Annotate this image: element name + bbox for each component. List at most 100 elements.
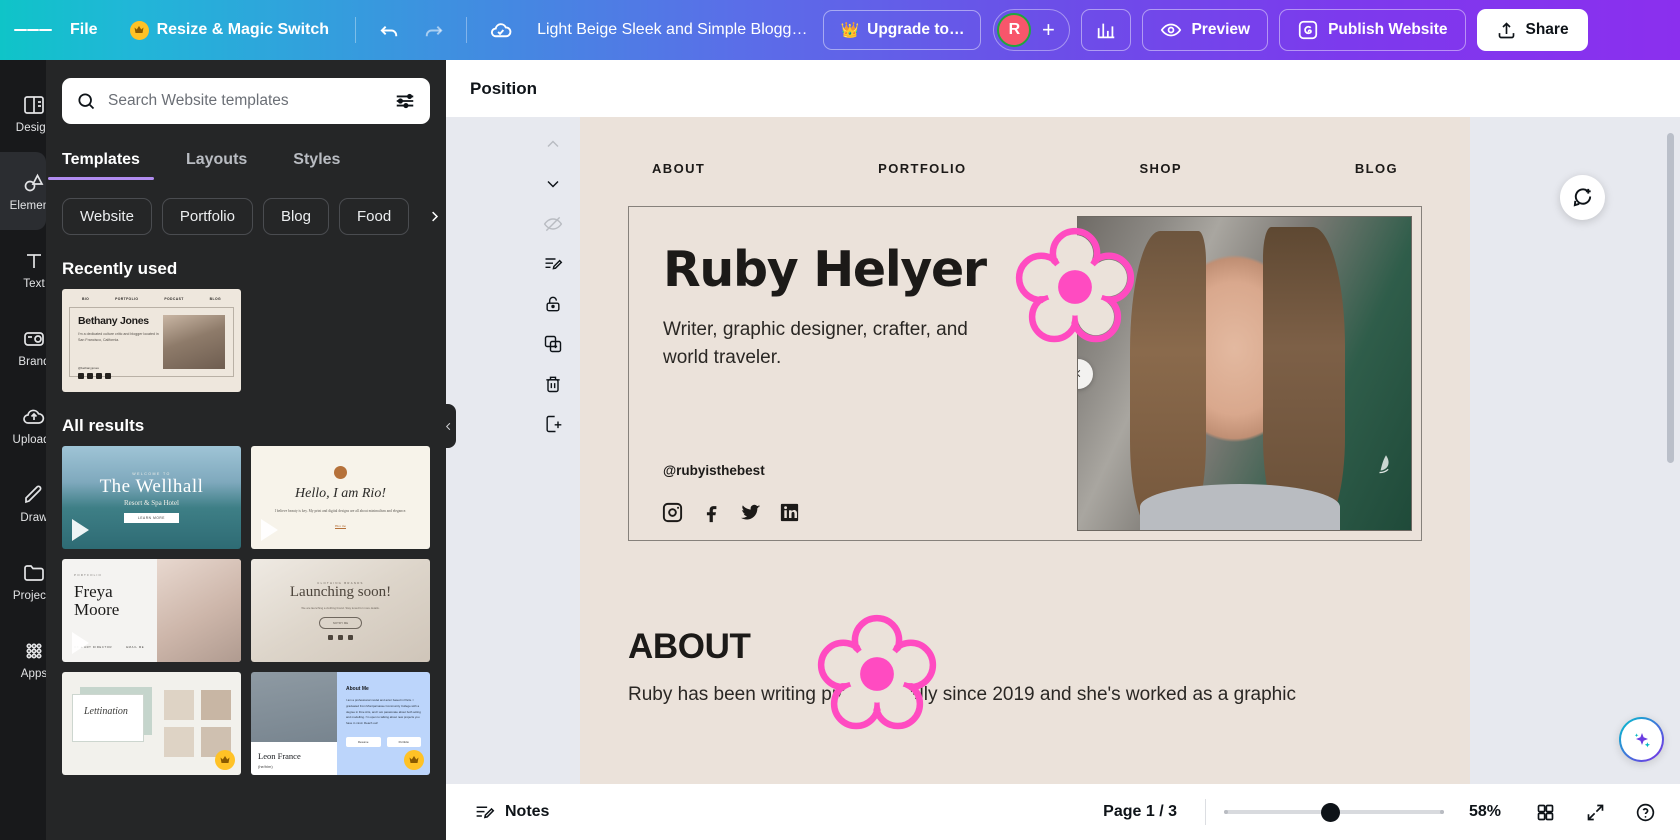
- add-page-icon: [543, 414, 563, 434]
- facebook-icon[interactable]: [700, 501, 723, 524]
- position-button[interactable]: Position: [460, 71, 547, 107]
- resize-magic-switch-button[interactable]: Resize & Magic Switch: [116, 11, 344, 49]
- upgrade-button[interactable]: 👑 Upgrade to…: [823, 10, 981, 50]
- sidebar-item-label: Draw: [20, 512, 46, 524]
- hero-subtitle[interactable]: Writer, graphic designer, crafter, and w…: [663, 316, 1008, 371]
- template-card-launching-soon[interactable]: CLOTHING BRANDS Launching soon! We are l…: [251, 559, 430, 662]
- move-down-button[interactable]: [536, 167, 570, 201]
- chip-blog[interactable]: Blog: [263, 198, 329, 235]
- hero-photo[interactable]: [1077, 216, 1412, 531]
- sidebar-item-apps[interactable]: Apps: [0, 620, 46, 698]
- publish-website-button[interactable]: Publish Website: [1279, 9, 1465, 51]
- magic-ai-icon: [1630, 728, 1654, 752]
- tab-templates[interactable]: Templates: [62, 144, 140, 180]
- tab-styles[interactable]: Styles: [293, 144, 340, 180]
- mini-template-subtitle: We are launching a clothing brand. Stay …: [301, 606, 379, 611]
- hide-element-button[interactable]: [536, 207, 570, 241]
- templates-panel: Templates Layouts Styles Website Portfol…: [46, 60, 446, 840]
- tab-layouts[interactable]: Layouts: [186, 144, 247, 180]
- chevron-right-icon[interactable]: [419, 202, 446, 232]
- template-card-bethany-jones[interactable]: BIO PORTFOLIO PODCAST BLOG Bethany Jones…: [62, 289, 241, 392]
- mini-button: Resume: [346, 737, 381, 747]
- publish-label: Publish Website: [1328, 21, 1447, 39]
- scrollbar-thumb[interactable]: [1667, 133, 1674, 463]
- play-icon[interactable]: [261, 519, 278, 541]
- nav-item-blog[interactable]: BLOG: [1355, 161, 1398, 176]
- chip-website[interactable]: Website: [62, 198, 152, 235]
- sidebar-item-draw[interactable]: Draw: [0, 464, 46, 542]
- zoom-slider[interactable]: [1224, 801, 1444, 823]
- instagram-icon[interactable]: [661, 501, 684, 524]
- carousel-prev-button[interactable]: [1077, 359, 1093, 389]
- insights-button[interactable]: [1081, 9, 1131, 51]
- play-icon[interactable]: [72, 632, 89, 654]
- sidebar-item-elements[interactable]: Elements: [0, 152, 46, 230]
- notes-icon: [543, 254, 563, 274]
- filter-sliders-icon[interactable]: [394, 90, 416, 112]
- bottom-toolbar: Notes Page 1 / 3 58%: [446, 784, 1680, 840]
- cloud-check-icon[interactable]: [479, 10, 521, 50]
- grid-view-button[interactable]: [1526, 793, 1564, 831]
- chip-portfolio[interactable]: Portfolio: [162, 198, 253, 235]
- notes-button[interactable]: Notes: [462, 794, 561, 831]
- move-up-button[interactable]: [536, 127, 570, 161]
- mini-social-icons: [328, 635, 353, 640]
- redo-icon[interactable]: [412, 10, 454, 50]
- preview-button[interactable]: Preview: [1142, 9, 1268, 51]
- design-page[interactable]: ABOUT PORTFOLIO SHOP BLOG Ruby Helyer Wr…: [580, 117, 1470, 840]
- delete-element-button[interactable]: [536, 367, 570, 401]
- sidebar-item-label: Elements: [10, 200, 46, 212]
- sidebar-item-label: Design: [16, 122, 46, 134]
- avatar[interactable]: R: [997, 13, 1031, 47]
- sidebar-item-text[interactable]: Text: [0, 230, 46, 308]
- add-comment-icon: [1571, 186, 1594, 209]
- sidebar-item-projects[interactable]: Projects: [0, 542, 46, 620]
- template-card-leon-france[interactable]: Leon France (he/him) About Me I am a pro…: [251, 672, 430, 775]
- zoom-value[interactable]: 58%: [1456, 803, 1514, 821]
- chip-food[interactable]: Food: [339, 198, 409, 235]
- help-button[interactable]: [1626, 793, 1664, 831]
- search-bar[interactable]: [62, 78, 430, 124]
- zoom-slider-knob[interactable]: [1321, 803, 1340, 822]
- lock-element-button[interactable]: [536, 287, 570, 321]
- sidebar-item-brand[interactable]: Brand: [0, 308, 46, 386]
- nav-item-about[interactable]: ABOUT: [652, 161, 705, 176]
- canvas-area[interactable]: ABOUT PORTFOLIO SHOP BLOG Ruby Helyer Wr…: [446, 117, 1680, 840]
- search-input[interactable]: [108, 92, 382, 110]
- elements-icon: [22, 171, 46, 195]
- about-body[interactable]: Ruby has been writing professionally sin…: [628, 681, 1422, 710]
- template-card-freya-moore[interactable]: PORTFOLIO Freya Moore UX & ART DIRECTOR …: [62, 559, 241, 662]
- file-menu-label: File: [70, 21, 98, 39]
- hero-handle[interactable]: @rubyisthebest: [663, 463, 765, 478]
- sidebar-item-uploads[interactable]: Uploads: [0, 386, 46, 464]
- eye-icon: [1160, 19, 1182, 41]
- template-card-lettination[interactable]: Lettination: [62, 672, 241, 775]
- share-button[interactable]: Share: [1477, 9, 1588, 51]
- duplicate-element-button[interactable]: [536, 327, 570, 361]
- add-page-button[interactable]: [536, 407, 570, 441]
- magic-ai-button[interactable]: [1619, 717, 1664, 762]
- about-heading[interactable]: ABOUT: [628, 627, 1470, 667]
- template-card-hello-i-am-rio[interactable]: Hello, I am Rio! I believe beauty is key…: [251, 446, 430, 549]
- twitter-icon[interactable]: [739, 501, 762, 524]
- hero-section[interactable]: Ruby Helyer Writer, graphic designer, cr…: [628, 206, 1422, 541]
- play-icon[interactable]: [72, 519, 89, 541]
- hero-name[interactable]: Ruby Helyer: [663, 245, 1077, 294]
- nav-item-shop[interactable]: SHOP: [1139, 161, 1181, 176]
- fullscreen-button[interactable]: [1576, 793, 1614, 831]
- file-menu-button[interactable]: File: [54, 11, 114, 49]
- hamburger-icon[interactable]: [14, 11, 52, 49]
- template-card-the-wellhall[interactable]: WELCOME TO The Wellhall Resort & Spa Hot…: [62, 446, 241, 549]
- page-indicator[interactable]: Page 1 / 3: [1093, 795, 1187, 829]
- linkedin-icon[interactable]: [778, 501, 801, 524]
- document-title[interactable]: Light Beige Sleek and Simple Blogg…: [523, 11, 821, 49]
- add-note-button[interactable]: [536, 247, 570, 281]
- add-comment-button[interactable]: [1560, 175, 1605, 220]
- collapse-panel-button[interactable]: [440, 404, 456, 448]
- recently-used-heading: Recently used: [62, 259, 430, 279]
- canvas-scrollbar[interactable]: [1667, 133, 1674, 773]
- undo-icon[interactable]: [368, 10, 410, 50]
- plus-icon[interactable]: +: [1031, 13, 1065, 47]
- nav-item-portfolio[interactable]: PORTFOLIO: [878, 161, 966, 176]
- sidebar-item-design[interactable]: Design: [0, 74, 46, 152]
